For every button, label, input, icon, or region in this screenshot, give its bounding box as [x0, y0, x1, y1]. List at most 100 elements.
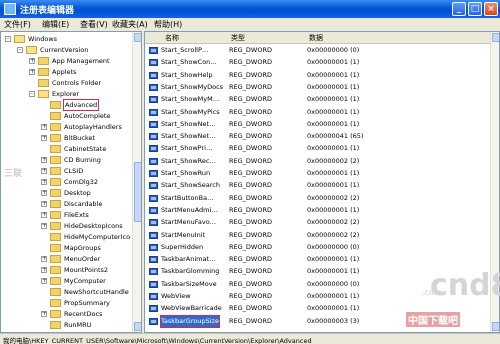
expand-icon[interactable]: +	[41, 201, 47, 207]
expand-icon[interactable]: +	[29, 58, 35, 64]
list-row[interactable]: Start_ShowHelp REG_DWORD 0x00000001 (1)	[145, 70, 490, 81]
list-row[interactable]: Start_ShowMyM… REG_DWORD 0x00000001 (1)	[145, 94, 490, 105]
minimize-button[interactable]: _	[452, 2, 466, 16]
value-type: REG_DWORD	[229, 46, 272, 54]
expand-icon[interactable]: +	[41, 190, 47, 196]
reg-dword-icon	[149, 256, 158, 264]
tree-node-label: FileExts	[64, 211, 89, 219]
folder-icon	[50, 211, 61, 219]
menu-help[interactable]: 帮助(H)	[154, 19, 182, 30]
list-row[interactable]: Start_ShowRun REG_DWORD 0x00000001 (1)	[145, 168, 490, 179]
list-row[interactable]: Start_ScrollP… REG_DWORD 0x00000000 (0)	[145, 45, 490, 56]
reg-dword-icon	[149, 293, 158, 300]
list-row[interactable]: Start_ShowPri… REG_DWORD 0x00000001 (1)	[145, 143, 490, 154]
list-row[interactable]: Start_ShowCon… REG_DWORD 0x00000001 (1)	[145, 57, 490, 68]
menu-edit[interactable]: 编辑(E)	[42, 19, 69, 30]
tree-scroll-down[interactable]	[134, 322, 141, 331]
value-name: Start_ShowMyDocs	[161, 82, 224, 91]
tree-node-label: CLSID	[64, 167, 84, 175]
collapse-icon[interactable]: -	[5, 36, 11, 42]
list-scroll-up[interactable]	[492, 33, 499, 42]
value-data: 0x00000001 (1)	[307, 107, 360, 116]
tree-node-label: Controls Folder	[52, 79, 102, 87]
title-bar[interactable]: 注册表编辑器 _ □ ×	[0, 0, 500, 18]
tree-scroll-up[interactable]	[134, 33, 141, 42]
tree-node-label: AutoComplete	[64, 112, 111, 120]
close-button[interactable]: ×	[484, 2, 498, 16]
menu-view[interactable]: 查看(V)	[80, 19, 108, 30]
value-type: REG_DWORD	[229, 156, 272, 165]
folder-icon	[50, 244, 61, 252]
expand-icon[interactable]: +	[41, 311, 47, 317]
tree-node-label: Explorer	[52, 90, 80, 98]
reg-dword-icon	[149, 268, 158, 276]
value-data: 0x00000001 (1)	[307, 292, 360, 300]
collapse-icon[interactable]: -	[29, 91, 35, 97]
tree-scrollbar[interactable]	[132, 32, 141, 332]
expand-icon[interactable]: +	[41, 124, 47, 130]
list-row[interactable]: StartMenuAdmi… REG_DWORD 0x00000001 (1)	[145, 205, 490, 216]
column-type-header[interactable]: 类型	[231, 33, 245, 43]
menu-file[interactable]: 文件(F)	[4, 19, 31, 30]
reg-dword-icon	[149, 194, 158, 202]
column-name-header[interactable]: 名称	[165, 33, 179, 43]
value-name: Start_ScrollP…	[161, 46, 209, 54]
reg-dword-icon	[149, 170, 158, 177]
folder-icon	[38, 90, 49, 98]
list-row[interactable]: Start_ShowMyPics REG_DWORD 0x00000001 (1)	[145, 107, 490, 118]
value-data: 0x00000000 (0)	[307, 242, 360, 251]
list-row[interactable]: Start_ShowMyDocs REG_DWORD 0x00000001 (1)	[145, 82, 490, 93]
folder-icon	[50, 134, 61, 142]
tree-scroll-thumb[interactable]	[134, 162, 141, 222]
reg-dword-icon	[149, 182, 158, 190]
list-row[interactable]: Start_ShowNet… REG_DWORD 0x00000001 (1)	[145, 119, 490, 130]
tree-node-label: MountPoints2	[64, 266, 109, 274]
menu-favorites[interactable]: 收藏夹(A)	[112, 19, 148, 30]
expand-icon[interactable]: +	[41, 157, 47, 163]
value-name: Start_ShowNet…	[161, 119, 216, 128]
folder-icon	[50, 112, 61, 120]
list-row[interactable]: Start_ShowRec… REG_DWORD 0x00000002 (2)	[145, 156, 490, 167]
list-row[interactable]: TaskbarAnimat… REG_DWORD 0x00000001 (1)	[145, 254, 490, 265]
value-type: REG_DWORD	[229, 316, 272, 325]
value-data: 0x00000041 (65)	[307, 132, 364, 141]
expand-icon[interactable]: +	[41, 168, 47, 174]
collapse-icon[interactable]: -	[17, 47, 23, 53]
expand-icon[interactable]: +	[29, 69, 35, 75]
list-row[interactable]: Start_ShowNet… REG_DWORD 0x00000041 (65)	[145, 131, 490, 142]
value-type: REG_DWORD	[229, 132, 272, 141]
registry-tree[interactable]: - Windows - CurrentVersion + App Management + A…	[0, 31, 142, 333]
watermark-logo: .com cnd8 中国下载吧	[406, 268, 500, 328]
value-type: REG_DWORD	[229, 181, 272, 190]
value-data: 0x00000002 (2)	[307, 218, 360, 227]
expand-icon[interactable]: +	[41, 223, 47, 229]
value-type: REG_DWORD	[229, 304, 272, 313]
list-row[interactable]: StartMenuInit REG_DWORD 0x00000002 (2)	[145, 230, 490, 241]
column-data-header[interactable]: 数据	[309, 33, 323, 43]
tree-node-label: Windows	[28, 35, 58, 43]
list-row[interactable]: SuperHidden REG_DWORD 0x00000000 (0)	[145, 242, 490, 253]
folder-icon	[50, 123, 61, 131]
reg-dword-icon	[149, 83, 158, 91]
reg-dword-icon	[149, 243, 158, 251]
value-data: 0x00000001 (1)	[307, 95, 360, 104]
expand-icon[interactable]: +	[41, 179, 47, 185]
list-row[interactable]: StartButtonBa… REG_DWORD 0x00000002 (2)	[145, 193, 490, 204]
expand-icon[interactable]: +	[41, 256, 47, 262]
list-row[interactable]: StartMenuFavo… REG_DWORD 0x00000002 (2)	[145, 217, 490, 228]
tree-node-label: NewShortcutHandle	[64, 288, 129, 296]
status-bar: 我的电脑\HKEY_CURRENT_USER\Software\Microsof…	[0, 333, 500, 344]
expand-icon[interactable]: +	[41, 135, 47, 141]
maximize-button[interactable]: □	[468, 2, 482, 16]
expand-icon[interactable]: +	[41, 278, 47, 284]
expand-icon[interactable]: +	[41, 267, 47, 273]
reg-dword-icon	[149, 145, 158, 153]
value-name: TaskbarSizeMove	[161, 279, 217, 288]
value-data: 0x00000002 (2)	[307, 193, 360, 202]
value-data: 0x00000001 (1)	[307, 205, 360, 214]
value-type: REG_DWORD	[229, 193, 272, 202]
list-row[interactable]: Start_ShowSearch REG_DWORD 0x00000001 (1)	[145, 180, 490, 191]
value-name: Start_ShowCon…	[161, 58, 217, 67]
tree-node-label: MenuOrder	[64, 255, 101, 263]
expand-icon[interactable]: +	[41, 212, 47, 218]
